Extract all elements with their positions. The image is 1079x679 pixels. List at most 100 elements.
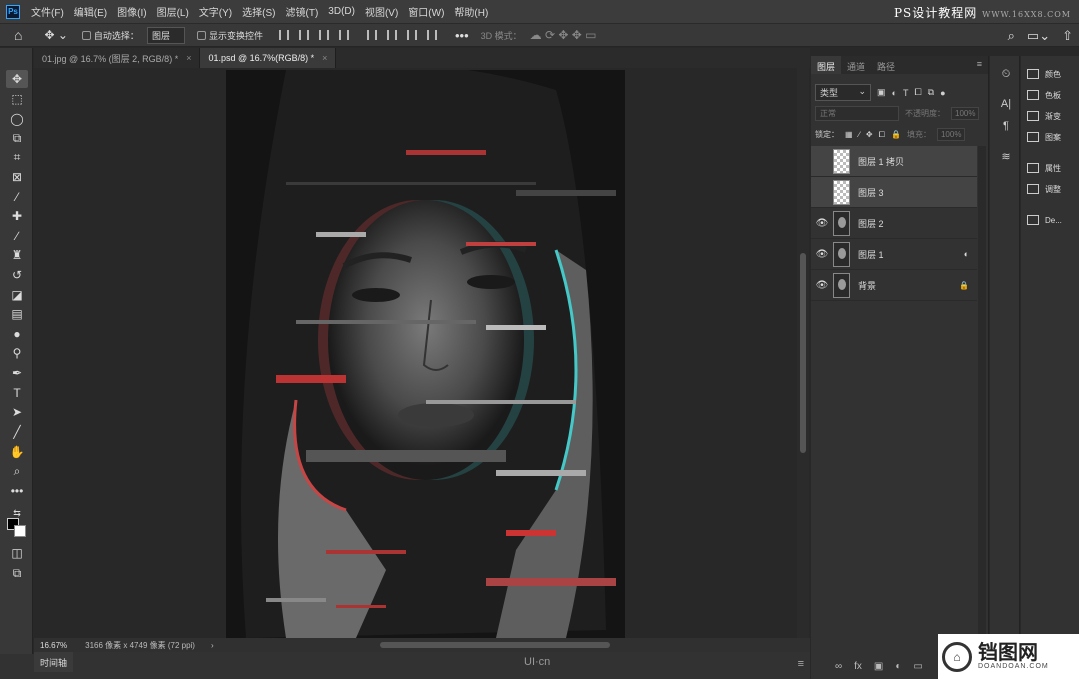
history-brush-tool-icon[interactable]: ↺ bbox=[6, 266, 28, 284]
layers-scrollbar[interactable] bbox=[978, 146, 986, 646]
search-icon[interactable]: ⌕ bbox=[1008, 28, 1015, 44]
blend-mode-dropdown[interactable]: 正常 bbox=[815, 106, 899, 121]
align-top-icon[interactable] bbox=[366, 30, 377, 40]
home-icon[interactable]: ⌂ bbox=[14, 27, 22, 43]
zoom-level[interactable]: 16.67% bbox=[40, 641, 67, 650]
eyedropper-tool-icon[interactable]: ⁄ bbox=[6, 188, 28, 206]
distribute-vertical-icon[interactable] bbox=[426, 30, 437, 40]
screen-mode-icon[interactable]: ⧉ bbox=[6, 564, 28, 582]
panel-properties[interactable]: 属性 bbox=[1027, 160, 1079, 176]
brushes-icon[interactable]: ≋ bbox=[998, 148, 1014, 164]
gradient-tool-icon[interactable]: ▤ bbox=[6, 305, 28, 323]
tab-01-psd[interactable]: 01.psd @ 16.7%(RGB/8) * × bbox=[200, 48, 337, 68]
add-mask-icon[interactable]: ▣ bbox=[874, 661, 883, 672]
lock-artboard-icon[interactable]: ⧠ bbox=[879, 130, 885, 140]
panel-menu-icon[interactable]: ≡ bbox=[971, 56, 988, 74]
pen-tool-icon[interactable]: ✒ bbox=[6, 364, 28, 382]
layer-name[interactable]: 图层 2 bbox=[858, 217, 884, 230]
eye-icon[interactable]: 👁 bbox=[811, 280, 833, 291]
line-tool-icon[interactable]: ╱ bbox=[6, 423, 28, 441]
opacity-value[interactable]: 100% bbox=[951, 107, 980, 120]
photoshop-logo-icon[interactable]: Ps bbox=[6, 4, 20, 19]
auto-select-checkbox[interactable]: 自动选择： bbox=[81, 29, 139, 42]
tab-timeline[interactable]: 时间轴 bbox=[34, 652, 74, 672]
layer-row[interactable]: 图层 1 拷贝 bbox=[811, 146, 977, 177]
align-middle-icon[interactable] bbox=[386, 30, 397, 40]
quick-mask-icon[interactable]: ◫ bbox=[6, 544, 28, 562]
eraser-tool-icon[interactable]: ◪ bbox=[6, 286, 28, 304]
align-left-icon[interactable] bbox=[278, 30, 289, 40]
eye-icon[interactable]: 👁 bbox=[811, 218, 833, 229]
healing-brush-tool-icon[interactable]: ✚ bbox=[6, 207, 28, 225]
move-tool-preset-icon[interactable]: ✥ ⌄ bbox=[44, 28, 67, 42]
vertical-scrollbar[interactable] bbox=[797, 68, 809, 638]
filter-adjustment-icon[interactable]: ◐ bbox=[892, 88, 897, 98]
filter-pixel-icon[interactable]: ▣ bbox=[877, 87, 886, 98]
lock-position-icon[interactable]: ✥ bbox=[866, 130, 873, 139]
auto-select-dropdown[interactable]: 图层 bbox=[146, 26, 185, 44]
new-adjustment-icon[interactable]: ◐ bbox=[895, 661, 901, 672]
lasso-tool-icon[interactable]: ◯ bbox=[6, 110, 28, 128]
menu-window[interactable]: 窗口(W) bbox=[403, 4, 449, 19]
add-style-icon[interactable]: fx bbox=[854, 661, 862, 672]
brush-tool-icon[interactable]: ∕ bbox=[6, 227, 28, 245]
close-icon[interactable]: × bbox=[186, 53, 191, 63]
align-center-icon[interactable] bbox=[298, 30, 309, 40]
menu-edit[interactable]: 编辑(E) bbox=[69, 4, 112, 19]
document-canvas-image[interactable] bbox=[226, 70, 625, 638]
hand-tool-icon[interactable]: ✋ bbox=[6, 443, 28, 461]
quick-select-tool-icon[interactable]: ⧉ bbox=[6, 129, 28, 147]
character-icon[interactable]: A| bbox=[998, 96, 1014, 112]
close-icon[interactable]: × bbox=[322, 53, 327, 63]
marquee-tool-icon[interactable]: ⬚ bbox=[6, 90, 28, 108]
eye-icon[interactable]: 👁 bbox=[811, 249, 833, 260]
panel-patterns[interactable]: 图案 bbox=[1027, 129, 1079, 145]
layer-row[interactable]: 👁 背景 🔒 bbox=[811, 270, 977, 301]
3d-orbit-icon[interactable]: ☁ ⟳ ✥ ✥ ▭ bbox=[530, 28, 597, 42]
layer-name[interactable]: 图层 1 拷贝 bbox=[858, 155, 904, 168]
panel-color[interactable]: 颜色 bbox=[1027, 66, 1079, 82]
layer-row[interactable]: 图层 3 bbox=[811, 177, 977, 208]
link-layers-icon[interactable]: ∞ bbox=[835, 661, 842, 672]
menu-help[interactable]: 帮助(H) bbox=[449, 4, 493, 19]
new-group-icon[interactable]: ▭ bbox=[913, 661, 922, 672]
menu-type[interactable]: 文字(Y) bbox=[194, 4, 237, 19]
panel-swatches[interactable]: 色板 bbox=[1027, 87, 1079, 103]
layer-name[interactable]: 图层 3 bbox=[858, 186, 884, 199]
layer-row[interactable]: 👁 图层 2 bbox=[811, 208, 977, 239]
layer-row[interactable]: 👁 图层 1 ◐ bbox=[811, 239, 977, 270]
tab-01-jpg[interactable]: 01.jpg @ 16.7% (图层 2, RGB/8) * × bbox=[34, 48, 201, 68]
lock-image-icon[interactable]: ∕ bbox=[859, 130, 860, 139]
paragraph-icon[interactable]: ¶ bbox=[998, 118, 1014, 134]
panel-menu-icon[interactable]: ≡ bbox=[798, 658, 804, 670]
filter-type-icon[interactable]: T bbox=[903, 88, 909, 98]
path-select-tool-icon[interactable]: ➤ bbox=[6, 403, 28, 421]
menu-select[interactable]: 选择(S) bbox=[237, 4, 280, 19]
show-transform-checkbox[interactable]: 显示变换控件 bbox=[196, 29, 263, 42]
distribute-icon[interactable] bbox=[338, 30, 349, 40]
stamp-tool-icon[interactable]: ♜ bbox=[6, 246, 28, 264]
more-tools-icon[interactable]: ••• bbox=[6, 482, 28, 500]
vertical-scroll-thumb[interactable] bbox=[800, 253, 806, 453]
tab-channels[interactable]: 通道 bbox=[841, 56, 871, 74]
menu-layer[interactable]: 图层(L) bbox=[152, 4, 194, 19]
layer-filter-dropdown[interactable]: 类型 ⌄ bbox=[815, 84, 871, 101]
panel-gradients[interactable]: 渐变 bbox=[1027, 108, 1079, 124]
history-icon[interactable]: ⏲ bbox=[998, 66, 1014, 82]
panel-other[interactable]: De... bbox=[1027, 212, 1079, 228]
layer-name[interactable]: 背景 bbox=[858, 279, 876, 292]
background-color-swatch[interactable] bbox=[14, 525, 26, 537]
fill-value[interactable]: 100% bbox=[936, 128, 966, 141]
blur-tool-icon[interactable]: ● bbox=[6, 325, 28, 343]
horizontal-scroll-thumb[interactable] bbox=[380, 642, 610, 648]
zoom-tool-icon[interactable]: ⌕ bbox=[6, 462, 28, 480]
filter-smart-object-icon[interactable]: ⧉ bbox=[928, 87, 934, 98]
frame-tool-icon[interactable]: ⊠ bbox=[6, 168, 28, 186]
tab-layers[interactable]: 图层 bbox=[811, 56, 842, 74]
menu-file[interactable]: 文件(F) bbox=[26, 4, 69, 19]
move-tool-icon[interactable]: ✥ bbox=[6, 70, 28, 88]
tab-paths[interactable]: 路径 bbox=[871, 56, 901, 74]
filter-shape-icon[interactable]: ⧠ bbox=[914, 87, 921, 98]
lock-transparent-icon[interactable]: ▦ bbox=[845, 130, 853, 139]
canvas-area[interactable] bbox=[34, 68, 797, 638]
